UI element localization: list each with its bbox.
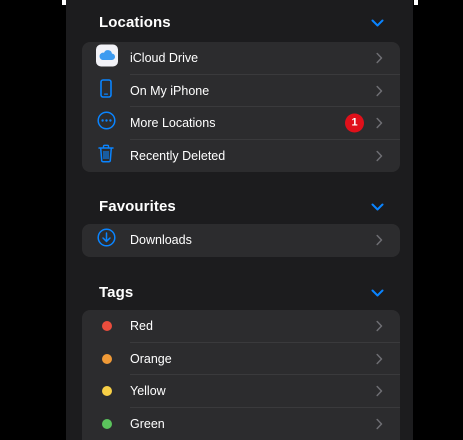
favourite-label: Downloads [130,233,192,248]
tag-label: Orange [130,351,172,366]
iphone-icon [100,78,112,103]
location-label: More Locations [130,116,216,131]
location-label: On My iPhone [130,83,210,98]
tag-item-green[interactable]: Green [82,408,400,440]
location-label: Recently Deleted [130,148,226,163]
tag-label: Green [130,416,165,431]
chevron-right-icon [376,150,383,161]
chevron-right-icon [376,386,383,397]
screen: Locations iCloud Drive On My iPhone More… [0,0,463,440]
chevron-down-icon[interactable] [371,289,384,298]
tag-item-yellow[interactable]: Yellow [82,375,400,408]
tag-label: Yellow [130,384,166,399]
chevron-right-icon [376,235,383,246]
chevron-right-icon [376,118,383,129]
tag-item-red[interactable]: Red [82,310,400,343]
tag-color-dot [102,386,112,397]
location-label: iCloud Drive [130,51,199,66]
icloud-icon [96,44,118,72]
chevron-right-icon [376,85,383,96]
favourites-title: Favourites [99,198,176,215]
locations-list: iCloud Drive On My iPhone More Locations… [82,42,400,172]
notification-badge: 1 [345,113,364,133]
chevron-right-icon [376,321,383,332]
location-item-icloud-drive[interactable]: iCloud Drive [82,42,400,75]
frame-corner-right [414,0,418,5]
location-item-on-my-iphone[interactable]: On My iPhone [82,75,400,107]
download-circle-icon [97,228,116,252]
chevron-down-icon[interactable] [371,203,384,212]
favourites-list: Downloads [82,224,400,257]
tag-label: Red [130,319,153,334]
chevron-right-icon [376,53,383,64]
files-browse-view: Locations iCloud Drive On My iPhone More… [66,0,413,440]
locations-section-header[interactable]: Locations [66,12,413,40]
location-item-recently-deleted[interactable]: Recently Deleted [82,140,400,173]
tags-list: Red Orange Yellow Green [82,310,400,440]
tags-section-header[interactable]: Tags [66,282,413,310]
ellipsis-circle-icon [97,111,116,135]
favourites-section-header[interactable]: Favourites [66,196,413,224]
tag-item-orange[interactable]: Orange [82,343,400,375]
tag-color-dot [102,321,112,332]
favourite-item-downloads[interactable]: Downloads [82,224,400,257]
tag-color-dot [102,418,112,429]
tag-color-dot [102,353,112,364]
chevron-right-icon [376,418,383,429]
chevron-right-icon [376,353,383,364]
tags-title: Tags [99,284,134,301]
locations-title: Locations [99,14,171,31]
location-item-more-locations[interactable]: More Locations 1 [82,107,400,140]
trash-icon [98,144,114,168]
chevron-down-icon[interactable] [371,19,384,28]
